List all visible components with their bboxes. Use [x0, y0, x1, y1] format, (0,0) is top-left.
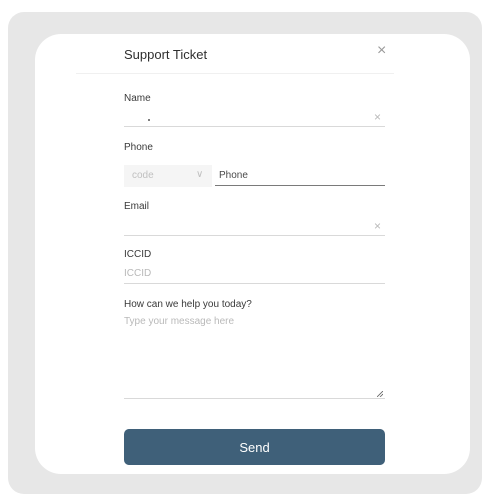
name-label: Name — [124, 93, 151, 104]
phone-label: Phone — [124, 142, 153, 153]
send-button[interactable]: Send — [124, 429, 385, 465]
close-icon[interactable]: × — [377, 43, 391, 59]
name-clear-icon[interactable]: × — [374, 110, 381, 124]
resize-grip-icon[interactable] — [377, 391, 383, 397]
iccid-label: ICCID — [124, 249, 152, 260]
email-label: Email — [124, 201, 150, 212]
support-ticket-dialog — [35, 34, 470, 474]
country-code-select[interactable]: code ∨ — [124, 165, 212, 187]
message-label: How can we help you today? — [124, 299, 252, 310]
chevron-down-icon: ∨ — [196, 169, 204, 180]
phone-field[interactable] — [215, 166, 385, 186]
dialog-title: Support Ticket — [124, 47, 208, 62]
iccid-field[interactable] — [124, 264, 385, 284]
email-clear-icon[interactable]: × — [374, 219, 381, 233]
email-field[interactable] — [124, 216, 385, 236]
country-code-placeholder: code — [132, 170, 154, 181]
name-cursor-dot — [148, 119, 150, 121]
message-textarea[interactable] — [124, 314, 385, 399]
name-field[interactable] — [124, 107, 385, 127]
